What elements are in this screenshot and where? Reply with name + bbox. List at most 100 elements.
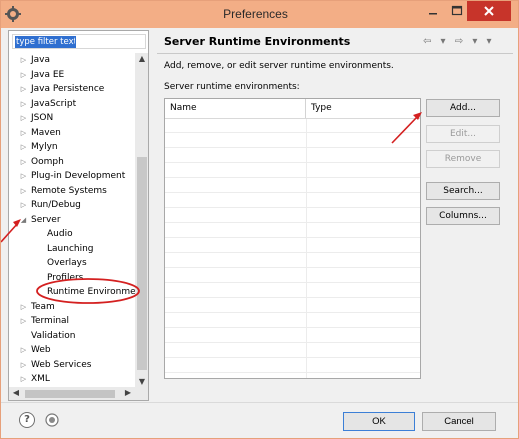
tree-item-label: Oomph [31, 156, 64, 167]
runtime-environments-table[interactable]: Name Type [164, 98, 421, 379]
tree-item[interactable]: ▷ Java [9, 53, 135, 67]
column-header-name[interactable]: Name [165, 99, 306, 118]
expand-arrow-icon[interactable]: ▷ [19, 343, 28, 357]
edit-button[interactable]: Edit... [426, 125, 500, 143]
tree-item[interactable]: ◢ Server [9, 213, 135, 227]
expand-arrow-icon[interactable]: ▷ [19, 82, 28, 96]
table-row-line [165, 282, 420, 283]
scroll-down-icon[interactable]: ▼ [135, 377, 148, 386]
runtime-list-label: Server runtime environments: [164, 82, 300, 92]
tree-item[interactable]: ▷ JSON [9, 111, 135, 125]
expand-arrow-icon[interactable]: ▷ [19, 97, 28, 111]
expand-arrow-icon[interactable]: ▷ [19, 184, 28, 198]
page-navigation-icons[interactable]: ⇦ ▾ ⇨ ▾ ▾ [423, 36, 495, 47]
table-row-line [165, 162, 420, 163]
tree-item[interactable]: Overlays [9, 256, 135, 270]
filter-field[interactable] [12, 34, 146, 49]
title-bar[interactable]: Preferences [1, 1, 518, 28]
tree-item[interactable]: Audio [9, 227, 135, 241]
scroll-right-icon[interactable]: ▶ [121, 388, 135, 397]
remove-button[interactable]: Remove [426, 150, 500, 168]
table-row-line [165, 342, 420, 343]
add-button[interactable]: Add... [426, 99, 500, 117]
tree-item-label: Audio [47, 229, 73, 239]
table-row-line [165, 237, 420, 238]
table-row-line [165, 372, 420, 373]
expand-arrow-icon[interactable]: ▷ [19, 198, 28, 212]
expand-arrow-icon[interactable]: ▷ [19, 111, 28, 125]
expand-arrow-icon[interactable]: ▷ [19, 372, 28, 386]
table-row-line [165, 132, 420, 133]
page-title: Server Runtime Environments [164, 35, 351, 48]
tree-item[interactable]: Validation [9, 329, 135, 343]
scroll-left-icon[interactable]: ◀ [9, 388, 23, 397]
expand-arrow-icon[interactable]: ▷ [19, 314, 28, 328]
tree-item[interactable]: ▷ JavaScript [9, 97, 135, 111]
cancel-button[interactable]: Cancel [422, 412, 496, 431]
close-icon[interactable] [467, 1, 511, 21]
tree-item[interactable]: ▷ Java EE [9, 68, 135, 82]
expand-arrow-icon[interactable]: ▷ [19, 126, 28, 140]
tree-item[interactable]: ▷ Oomph [9, 155, 135, 169]
scroll-up-icon[interactable]: ▲ [135, 54, 148, 63]
tree-item-label: Terminal [31, 316, 70, 326]
table-row-line [165, 222, 420, 223]
tree-horizontal-scrollbar[interactable]: ◀ ▶ [9, 387, 148, 400]
maximize-icon[interactable] [447, 1, 467, 21]
table-row-line [165, 207, 420, 208]
table-row-line [165, 297, 420, 298]
tree-item-label: JavaScript [31, 98, 77, 109]
column-header-type[interactable]: Type [306, 99, 420, 118]
tree-item-label: Profilers [47, 272, 84, 283]
tree-item-label: Java [31, 55, 51, 65]
title-divider [157, 53, 513, 54]
ok-button[interactable]: OK [343, 412, 415, 431]
tree-item-label: Maven [31, 127, 61, 138]
expand-arrow-icon[interactable]: ▷ [19, 155, 28, 169]
table-row-line [165, 312, 420, 313]
tree-item-label: Runtime Environme [47, 287, 135, 297]
expand-arrow-icon[interactable]: ▷ [19, 53, 28, 67]
record-icon[interactable] [45, 413, 59, 427]
tree-item[interactable]: ▷ Maven [9, 126, 135, 140]
tree-item[interactable]: Profilers [9, 271, 135, 285]
expand-arrow-icon[interactable]: ▷ [19, 140, 28, 154]
tree-item-label: XML [31, 374, 50, 384]
tree-vertical-scroll-thumb[interactable] [137, 157, 147, 370]
help-icon[interactable]: ? [19, 412, 35, 428]
columns-button[interactable]: Columns... [426, 207, 500, 225]
tree-item[interactable]: ▷ Web [9, 343, 135, 357]
tree-item-label: Java Persistence [31, 84, 105, 94]
preferences-tree: ▷ Java ▷ Java EE ▷ Java Persistence ▷ JavaScrip… [9, 53, 135, 387]
search-button[interactable]: Search... [426, 182, 500, 200]
minimize-icon[interactable] [423, 1, 443, 21]
preferences-tree-panel: ▷Java▷Java EE▷Java Persistence▷JavaScrip… [8, 30, 149, 401]
tree-item-label: Remote Systems [31, 185, 107, 196]
tree-horizontal-scroll-thumb[interactable] [25, 390, 115, 398]
tree-item[interactable]: ▷ Team [9, 300, 135, 314]
table-row-line [165, 267, 420, 268]
expand-arrow-icon[interactable]: ▷ [19, 68, 28, 82]
expand-arrow-icon[interactable]: ▷ [19, 169, 28, 183]
tree-item[interactable]: ▷ Plug-in Development [9, 169, 135, 183]
tree-item[interactable]: ▷ Remote Systems [9, 184, 135, 198]
tree-item[interactable]: Launching [9, 242, 135, 256]
table-row-line [165, 147, 420, 148]
tree-item[interactable]: ▷ Web Services [9, 358, 135, 372]
tree-vertical-scrollbar[interactable]: ▲ ▼ [135, 53, 148, 387]
tree-item[interactable]: Runtime Environme [9, 285, 135, 299]
table-column-divider [306, 119, 307, 378]
table-row-line [165, 192, 420, 193]
tree-item[interactable]: ▷ Mylyn [9, 140, 135, 154]
collapse-arrow-icon[interactable]: ◢ [19, 213, 28, 227]
tree-item-label: Java EE [31, 69, 65, 80]
tree-item-label: Team [31, 301, 55, 312]
expand-arrow-icon[interactable]: ▷ [19, 358, 28, 372]
tree-item[interactable]: ▷ XML [9, 372, 135, 386]
tree-item-label: Mylyn [31, 142, 58, 152]
expand-arrow-icon[interactable]: ▷ [19, 300, 28, 314]
tree-item[interactable]: ▷ Run/Debug [9, 198, 135, 212]
tree-item[interactable]: ▷ Java Persistence [9, 82, 135, 96]
filter-input[interactable] [15, 36, 76, 48]
tree-item[interactable]: ▷ Terminal [9, 314, 135, 328]
